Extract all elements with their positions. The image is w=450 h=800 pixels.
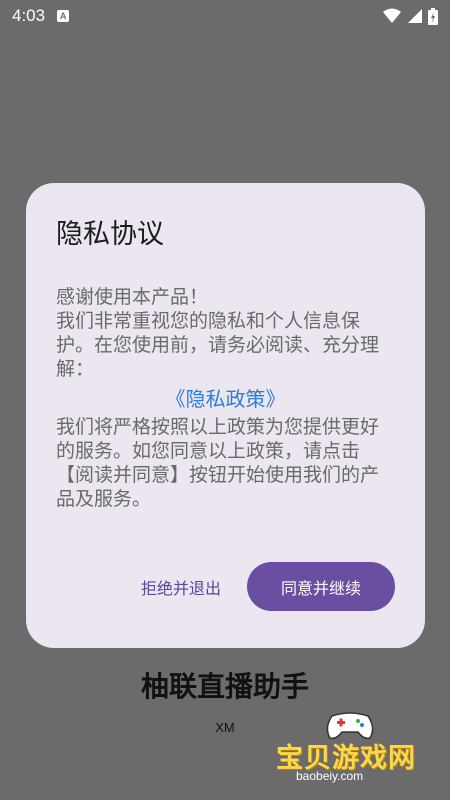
dialog-title: 隐私协议 [56, 219, 164, 250]
accept-button[interactable]: 同意并继续 [247, 562, 395, 611]
privacy-policy-link[interactable]: 《隐私政策》 [56, 387, 395, 411]
dialog-actions: 拒绝并退出 同意并继续 [141, 562, 395, 611]
watermark: 宝贝游戏网 baobeiy.com [276, 708, 426, 783]
status-bar: 4:03 A [0, 0, 450, 32]
privacy-dialog: 隐私协议 感谢使用本产品！ 我们非常重视您的隐私和个人信息保护。在您使用前，请务… [26, 183, 425, 648]
status-time: 4:03 [12, 6, 46, 25]
dialog-body-text: 我们将严格按照以上政策为您提供更好的服务。如您同意以上政策，请点击【阅读并同意】… [56, 416, 380, 510]
dialog-intro: 感谢使用本产品！ 我们非常重视您的隐私和个人信息保护。在您使用前，请务必阅读、充… [56, 286, 380, 380]
notification-a-icon: A [57, 10, 70, 22]
wifi-icon [383, 8, 401, 23]
a-badge-text: A [59, 11, 67, 21]
battery-icon [428, 7, 438, 25]
decline-button[interactable]: 拒绝并退出 [141, 565, 221, 609]
watermark-url: baobeiy.com [296, 769, 364, 783]
app-name: 柚联直播助手 [140, 670, 309, 703]
status-icons [383, 7, 438, 25]
dialog-body: 感谢使用本产品！ 我们非常重视您的隐私和个人信息保护。在您使用前，请务必阅读、充… [56, 285, 395, 511]
signal-icon [408, 9, 422, 23]
